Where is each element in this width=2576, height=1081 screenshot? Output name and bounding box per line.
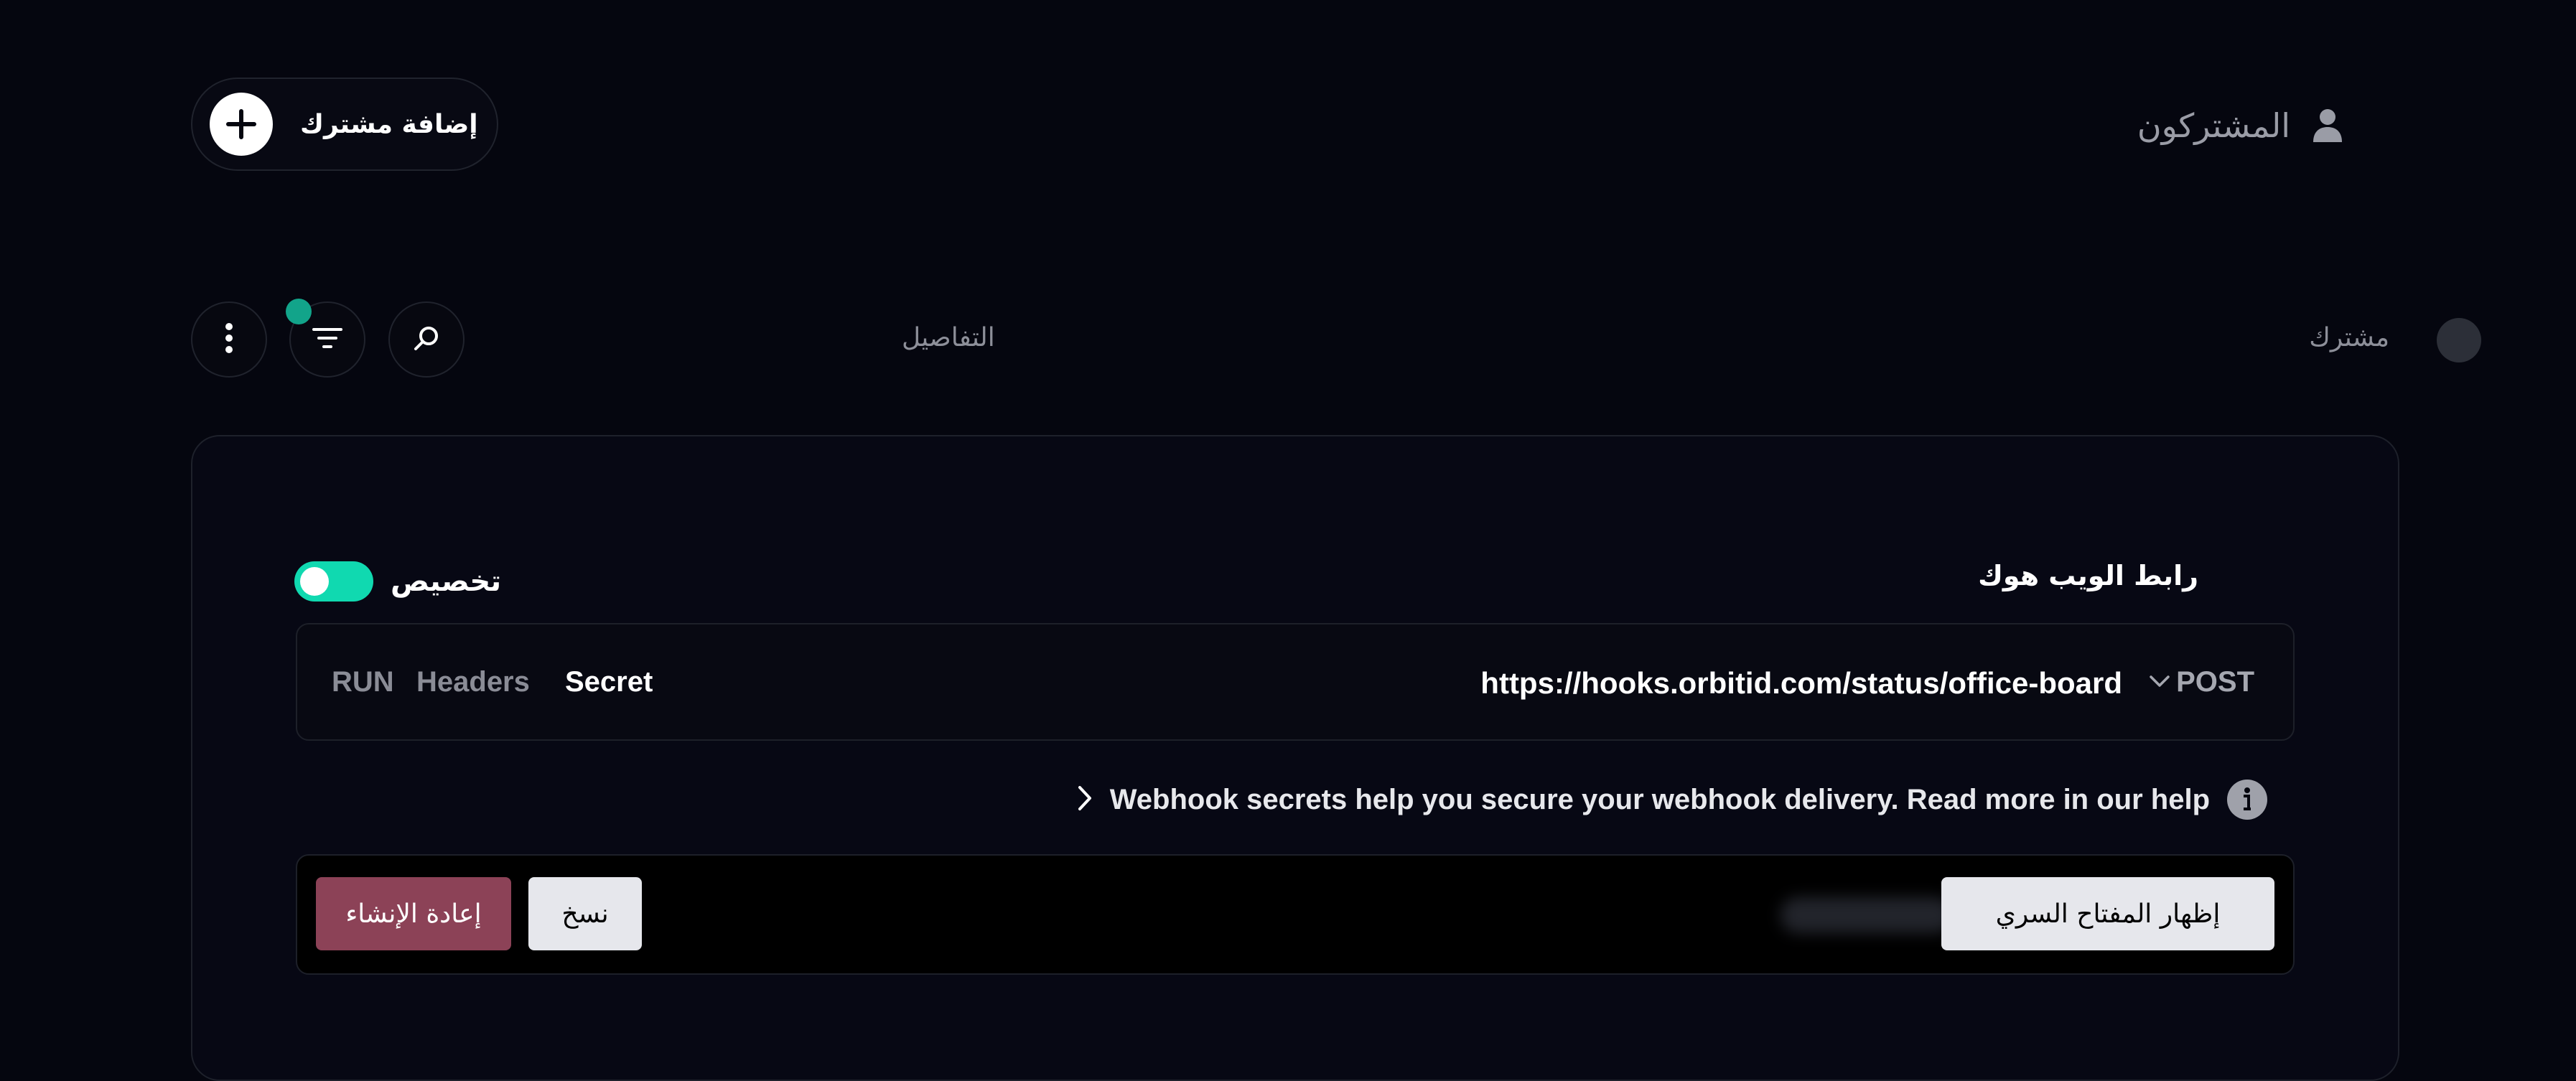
more-options-button[interactable] <box>191 301 267 378</box>
method-select[interactable]: POST <box>2149 666 2254 698</box>
filter-active-badge <box>286 299 312 324</box>
tab-run[interactable]: RUN <box>332 666 394 698</box>
secret-help-row[interactable]: Webhook secrets help you secure your web… <box>1077 780 2267 820</box>
customize-toggle[interactable] <box>294 561 373 602</box>
method-value: POST <box>2176 666 2254 698</box>
tab-headers[interactable]: Headers <box>416 666 530 698</box>
customize-label: تخصيص <box>391 565 502 598</box>
plus-icon <box>210 93 273 156</box>
add-subscriber-button[interactable]: إضافة مشترك <box>191 78 498 171</box>
chevron-down-icon <box>2149 674 2170 691</box>
chevron-right-icon[interactable] <box>1077 785 1093 815</box>
filter-icon <box>312 327 342 352</box>
select-all-checkbox[interactable] <box>2437 318 2481 362</box>
regenerate-button[interactable]: إعادة الإنشاء <box>316 877 511 950</box>
subscriber-column-header: مشترك <box>2309 323 2389 352</box>
webhook-url-input[interactable]: https://hooks.orbitid.com/status/office-… <box>1480 666 2122 701</box>
details-column-header: التفاصيل <box>902 323 995 352</box>
user-icon <box>2312 108 2343 144</box>
secret-help-text: Webhook secrets help you secure your web… <box>1109 783 2210 815</box>
search-icon <box>412 324 441 355</box>
hidden-secret-value <box>1781 897 1953 933</box>
tab-secret[interactable]: Secret <box>565 666 653 698</box>
info-icon <box>2227 780 2267 820</box>
more-vertical-icon <box>225 322 233 357</box>
page-title: المشتركون <box>2137 106 2290 145</box>
customize-toggle-group: تخصيص <box>294 561 501 602</box>
webhook-panel <box>191 435 2399 1081</box>
add-subscriber-label: إضافة مشترك <box>300 109 478 139</box>
show-secret-button[interactable]: إظهار المفتاح السري <box>1941 877 2274 950</box>
page-header: المشتركون <box>2137 100 2343 151</box>
search-button[interactable] <box>388 301 465 378</box>
copy-button[interactable]: نسخ <box>528 877 642 950</box>
webhook-section-title: رابط الويب هوك <box>1978 560 2198 591</box>
